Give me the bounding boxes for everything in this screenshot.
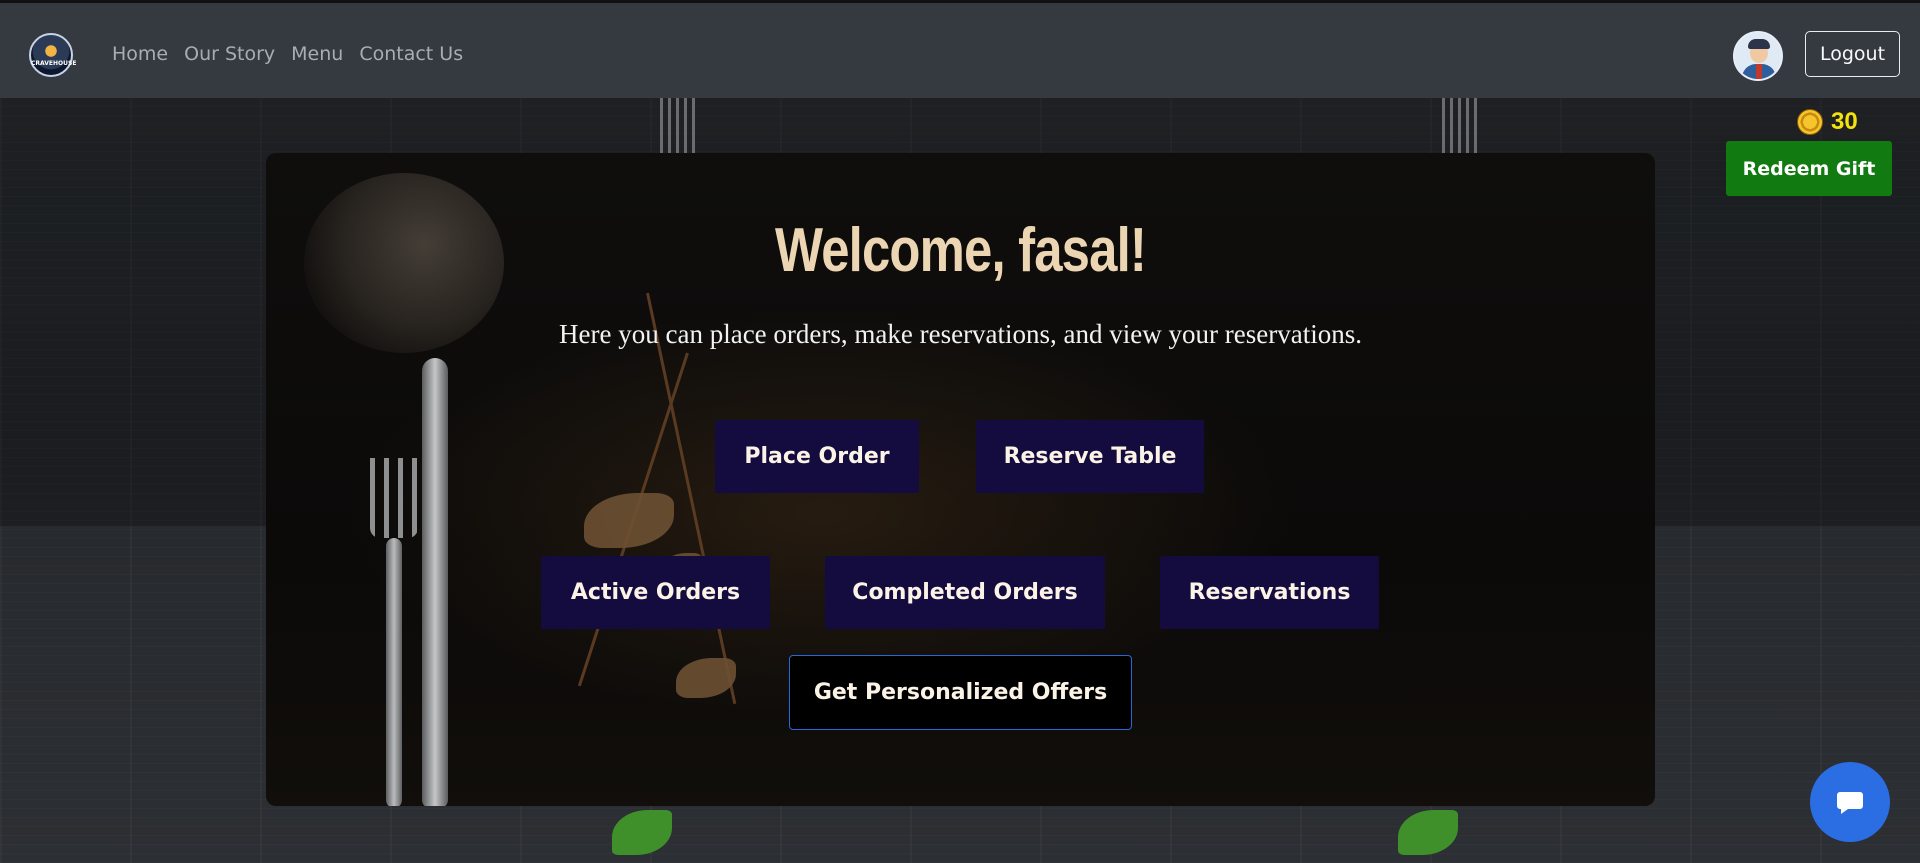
avatar-tie [1756,64,1762,79]
personalized-offers-button[interactable]: Get Personalized Offers [789,655,1132,730]
background-fork-decoration [1442,98,1480,158]
coin-balance: 30 [1797,108,1858,136]
fork-decoration [370,458,418,806]
navbar: CRAVEHOUSE Home Our Story Menu Contact U… [0,3,1920,98]
background-herb-decoration [612,810,672,855]
user-avatar[interactable] [1733,31,1783,81]
welcome-subtitle: Here you can place orders, make reservat… [559,319,1362,349]
dried-leaf-decoration [676,658,736,698]
nav-link-our-story[interactable]: Our Story [184,43,275,65]
nav-link-menu[interactable]: Menu [291,43,343,65]
logo-text: CRAVEHOUSE [31,60,77,67]
fork-tines [370,458,418,538]
chat-button[interactable] [1810,762,1890,842]
completed-orders-button[interactable]: Completed Orders [825,556,1105,629]
nav-link-home[interactable]: Home [112,43,168,65]
logout-button[interactable]: Logout [1805,31,1900,77]
knife-decoration [422,358,448,806]
coin-icon [1797,109,1823,135]
reservations-button[interactable]: Reservations [1160,556,1379,629]
place-order-button[interactable]: Place Order [715,420,919,493]
active-orders-button[interactable]: Active Orders [541,556,770,629]
avatar-hair [1748,39,1770,49]
nav-link-contact-us[interactable]: Contact Us [359,43,463,65]
cravehouse-logo[interactable]: CRAVEHOUSE [29,33,77,77]
welcome-card: Welcome, fasal! Here you can place order… [266,153,1655,806]
nav-links: Home Our Story Menu Contact Us [112,43,479,65]
background-fork-decoration [660,98,698,158]
redeem-gift-button[interactable]: Redeem Gift [1726,141,1892,196]
chat-bubble-icon [1837,792,1863,814]
coin-count: 30 [1831,108,1858,135]
welcome-heading: Welcome, fasal! [774,216,1147,285]
fork-handle [386,538,402,806]
reserve-table-button[interactable]: Reserve Table [976,420,1204,493]
background-herb-decoration [1398,810,1458,855]
dried-leaf-decoration [584,493,674,548]
